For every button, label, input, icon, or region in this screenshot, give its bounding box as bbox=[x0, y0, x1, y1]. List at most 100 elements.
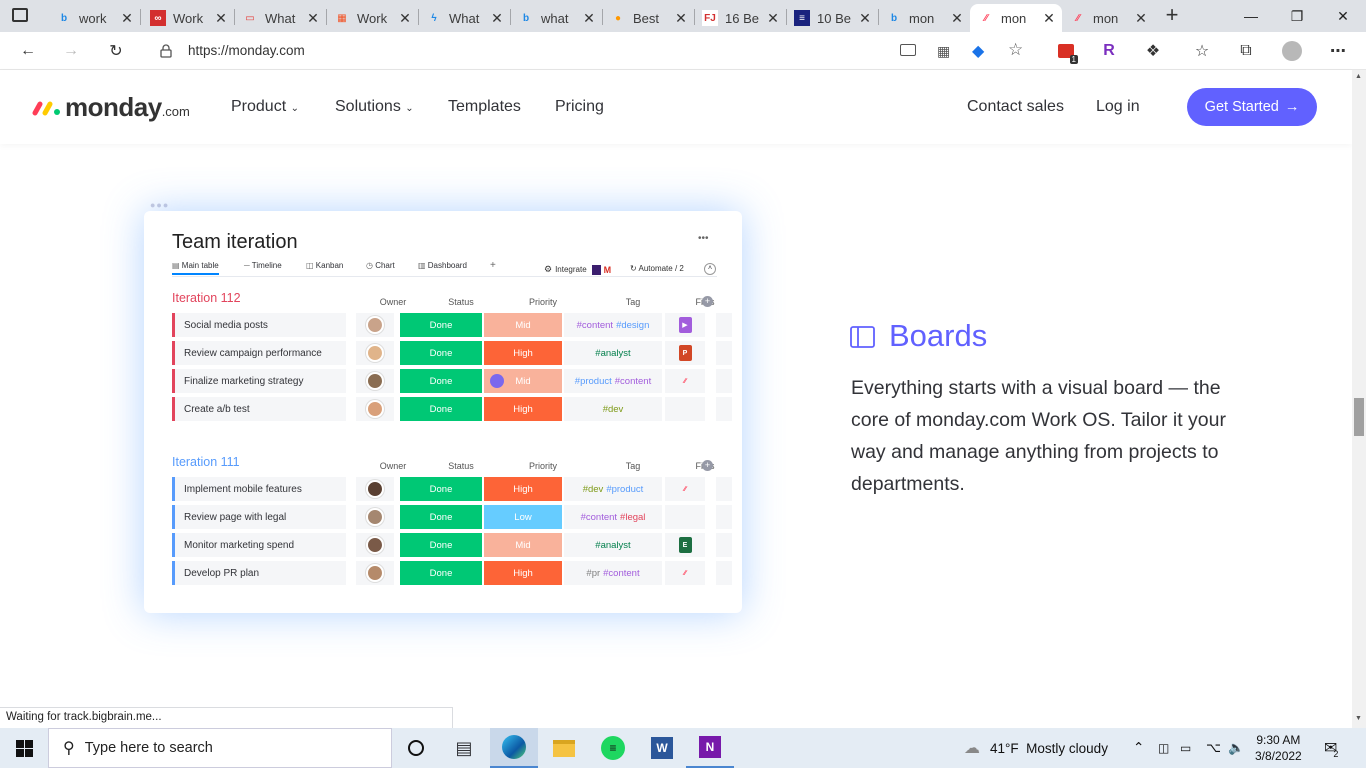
scroll-down-arrow[interactable]: ▼ bbox=[1355, 715, 1362, 722]
browser-tab[interactable]: ∕∕ mon ✕ bbox=[970, 4, 1062, 32]
tab-close-icon[interactable]: ✕ bbox=[304, 10, 322, 27]
tab-close-icon[interactable]: ✕ bbox=[764, 10, 782, 27]
tag-cell[interactable]: #content #legal bbox=[564, 505, 662, 529]
scroll-up-arrow[interactable]: ▲ bbox=[1355, 73, 1362, 80]
tag-cell[interactable]: #pr #content bbox=[564, 561, 662, 585]
url-text[interactable]: https://monday.com bbox=[188, 43, 305, 58]
board-more-icon[interactable]: ••• bbox=[698, 233, 709, 244]
extensions-puzzle-icon[interactable]: ❖ bbox=[1139, 38, 1167, 64]
contact-sales-link[interactable]: Contact sales bbox=[967, 98, 1064, 116]
spotify-icon[interactable]: ≡ bbox=[589, 728, 637, 768]
tab-close-icon[interactable]: ✕ bbox=[396, 10, 414, 27]
files-cell[interactable]: P bbox=[665, 341, 705, 365]
tab-close-icon[interactable]: ✕ bbox=[488, 10, 506, 27]
priority-cell[interactable]: High bbox=[484, 477, 562, 501]
owner-cell[interactable] bbox=[356, 477, 394, 501]
priority-cell[interactable]: Low bbox=[484, 505, 562, 529]
clock[interactable]: 9:30 AM 3/8/2022 bbox=[1255, 728, 1302, 768]
tag-cell[interactable]: #dev bbox=[564, 397, 662, 421]
browser-tab[interactable]: ▦ Work ✕ bbox=[326, 4, 418, 32]
files-cell[interactable]: ∕∕ bbox=[665, 477, 705, 501]
taskbar-search[interactable]: ⚲ Type here to search bbox=[48, 728, 392, 768]
immersive-reader-icon[interactable] bbox=[900, 44, 916, 56]
table-row[interactable]: Create a/b test Done High #dev bbox=[172, 397, 732, 421]
item-name[interactable]: Monitor marketing spend bbox=[172, 533, 346, 557]
browser-tab[interactable]: b what ✕ bbox=[510, 4, 602, 32]
address-bar[interactable]: https://monday.com ▦ ◆ ☆ bbox=[144, 36, 1048, 66]
restore-button[interactable]: ❐ bbox=[1274, 0, 1320, 32]
lock-icon[interactable] bbox=[160, 44, 172, 58]
board-view-tab[interactable]: ▤ Main table bbox=[172, 261, 219, 275]
favorite-star-icon[interactable]: ☆ bbox=[1008, 40, 1023, 60]
tab-close-icon[interactable]: ✕ bbox=[580, 10, 598, 27]
table-row[interactable]: Monitor marketing spend Done Mid #analyst E bbox=[172, 533, 732, 557]
word-icon[interactable]: W bbox=[638, 728, 686, 768]
tab-close-icon[interactable]: ✕ bbox=[672, 10, 690, 27]
item-name[interactable]: Develop PR plan bbox=[172, 561, 346, 585]
owner-cell[interactable] bbox=[356, 561, 394, 585]
status-cell[interactable]: Done bbox=[400, 477, 482, 501]
browser-tab[interactable]: ∞ Work ✕ bbox=[142, 4, 234, 32]
tab-close-icon[interactable]: ✕ bbox=[948, 10, 966, 27]
status-cell[interactable]: Done bbox=[400, 397, 482, 421]
board-view-tab[interactable]: ◫ Kanban bbox=[306, 261, 343, 273]
browser-tab[interactable]: ∕∕ mon ✕ bbox=[1062, 4, 1154, 32]
board-view-tab[interactable]: ─ Timeline bbox=[244, 261, 282, 273]
add-column-icon[interactable]: + bbox=[702, 460, 713, 471]
login-link[interactable]: Log in bbox=[1096, 98, 1140, 116]
tab-actions-icon[interactable] bbox=[12, 8, 28, 22]
nav-pricing[interactable]: Pricing bbox=[555, 98, 604, 116]
item-name[interactable]: Implement mobile features bbox=[172, 477, 346, 501]
show-hidden-icons[interactable]: ⌃ bbox=[1133, 728, 1144, 768]
table-row[interactable]: Develop PR plan Done High #pr #content ∕∕ bbox=[172, 561, 732, 585]
group-title[interactable]: Iteration 111 bbox=[172, 455, 240, 469]
group-title[interactable]: Iteration 112 bbox=[172, 291, 241, 305]
tag-cell[interactable]: #dev #product bbox=[564, 477, 662, 501]
get-started-button[interactable]: Get Started → bbox=[1187, 88, 1317, 126]
owner-cell[interactable] bbox=[356, 341, 394, 365]
apps-grid-icon[interactable]: ▦ bbox=[937, 43, 950, 60]
tab-close-icon[interactable]: ✕ bbox=[118, 10, 136, 27]
wifi-icon[interactable]: ⌥ bbox=[1206, 728, 1221, 768]
tag-cell[interactable]: #product #content bbox=[564, 369, 662, 393]
priority-cell[interactable]: High bbox=[484, 561, 562, 585]
item-name[interactable]: Finalize marketing strategy bbox=[172, 369, 346, 393]
browser-tab[interactable]: ≡ 10 Be ✕ bbox=[786, 4, 878, 32]
new-tab-button[interactable]: + bbox=[1160, 4, 1184, 28]
table-row[interactable]: Review page with legal Done Low #content #le… bbox=[172, 505, 732, 529]
status-cell[interactable]: Done bbox=[400, 369, 482, 393]
files-cell[interactable]: ▶ bbox=[665, 313, 705, 337]
browser-tab[interactable]: ϟ What ✕ bbox=[418, 4, 510, 32]
files-cell[interactable] bbox=[665, 505, 705, 529]
item-name[interactable]: Review page with legal bbox=[172, 505, 346, 529]
start-button[interactable] bbox=[0, 728, 48, 768]
status-cell[interactable]: Done bbox=[400, 341, 482, 365]
onenote-icon[interactable]: N bbox=[686, 728, 734, 768]
tab-close-icon[interactable]: ✕ bbox=[1132, 10, 1150, 27]
tab-close-icon[interactable]: ✕ bbox=[1040, 10, 1058, 27]
owner-cell[interactable] bbox=[356, 505, 394, 529]
scrollbar-thumb[interactable] bbox=[1354, 398, 1364, 436]
item-name[interactable]: Social media posts bbox=[172, 313, 346, 337]
status-cell[interactable]: Done bbox=[400, 505, 482, 529]
tab-close-icon[interactable]: ✕ bbox=[856, 10, 874, 27]
owner-cell[interactable] bbox=[356, 369, 394, 393]
browser-tab[interactable]: ▭ What ✕ bbox=[234, 4, 326, 32]
priority-cell[interactable]: Mid bbox=[484, 533, 562, 557]
browser-tab[interactable]: b work ✕ bbox=[48, 4, 140, 32]
priority-cell[interactable]: High bbox=[484, 397, 562, 421]
files-cell[interactable]: ∕∕ bbox=[665, 561, 705, 585]
extension-red-icon[interactable]: 1 bbox=[1052, 38, 1080, 64]
refresh-icon[interactable]: ↻ bbox=[102, 38, 130, 64]
nav-templates[interactable]: Templates bbox=[448, 98, 521, 116]
browser-tab[interactable]: FJ 16 Be ✕ bbox=[694, 4, 786, 32]
collections-icon[interactable]: ⧉ bbox=[1232, 38, 1260, 64]
minimize-button[interactable]: — bbox=[1228, 0, 1274, 32]
task-view-icon[interactable]: ▤ bbox=[440, 728, 488, 768]
monday-logo[interactable]: monday .com bbox=[32, 92, 190, 123]
browser-tab[interactable]: b mon ✕ bbox=[878, 4, 970, 32]
files-cell[interactable] bbox=[665, 397, 705, 421]
browser-tab[interactable]: ● Best ✕ bbox=[602, 4, 694, 32]
edge-app-icon[interactable] bbox=[490, 728, 538, 768]
close-window-button[interactable]: ✕ bbox=[1320, 0, 1366, 32]
